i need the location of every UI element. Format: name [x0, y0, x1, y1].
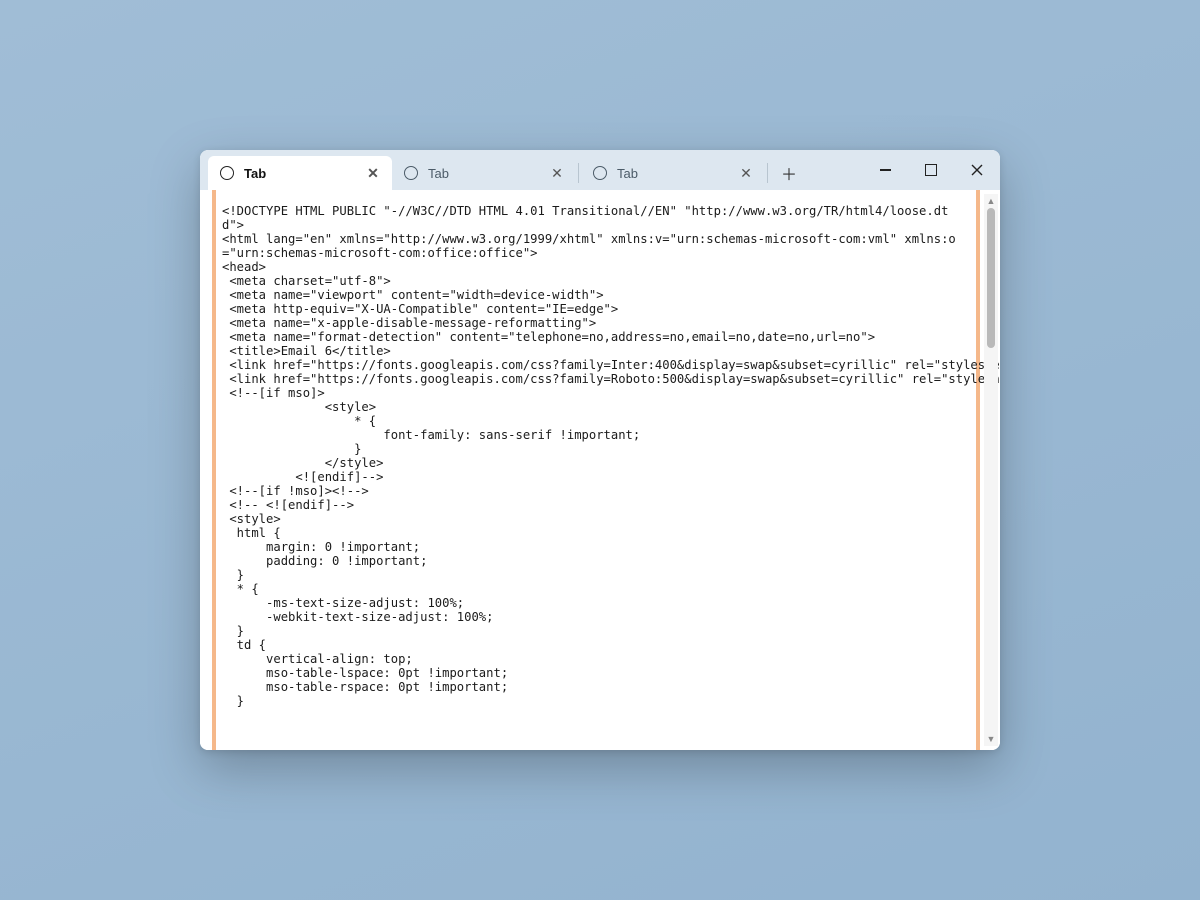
tab-close-button[interactable]: ✕	[364, 164, 382, 182]
code-line: }	[222, 624, 970, 638]
tab-favicon-icon	[404, 166, 418, 180]
tab-favicon-icon	[593, 166, 607, 180]
code-line: <meta name="format-detection" content="t…	[222, 330, 970, 344]
code-line: mso-table-rspace: 0pt !important;	[222, 680, 970, 694]
code-line: }	[222, 568, 970, 582]
code-line: <!--[if !mso]><!-->	[222, 484, 970, 498]
new-tab-button[interactable]: ＋	[774, 156, 804, 190]
code-line: </style>	[222, 456, 970, 470]
code-line: vertical-align: top;	[222, 652, 970, 666]
tab-title: Tab	[428, 166, 542, 181]
tab-title: Tab	[244, 166, 358, 181]
content-area: <!DOCTYPE HTML PUBLIC "-//W3C//DTD HTML …	[200, 190, 1000, 750]
code-line: -webkit-text-size-adjust: 100%;	[222, 610, 970, 624]
tab-1[interactable]: Tab ✕	[392, 156, 576, 190]
scroll-up-arrow-icon[interactable]: ▲	[987, 194, 996, 208]
tab-close-button[interactable]: ✕	[737, 164, 755, 182]
code-line: <meta http-equiv="X-UA-Compatible" conte…	[222, 302, 970, 316]
tab-0[interactable]: Tab ✕	[208, 156, 392, 190]
code-line: -ms-text-size-adjust: 100%;	[222, 596, 970, 610]
code-line: font-family: sans-serif !important;	[222, 428, 970, 442]
close-icon	[971, 164, 983, 176]
code-line: <!DOCTYPE HTML PUBLIC "-//W3C//DTD HTML …	[222, 204, 970, 232]
code-line: <meta charset="utf-8">	[222, 274, 970, 288]
tab-close-button[interactable]: ✕	[548, 164, 566, 182]
code-line: <html lang="en" xmlns="http://www.w3.org…	[222, 232, 970, 260]
code-line: <title>Email 6</title>	[222, 344, 970, 358]
gutter-right	[976, 190, 980, 750]
gutter-left	[212, 190, 216, 750]
code-line: <!-- <![endif]-->	[222, 498, 970, 512]
scroll-thumb[interactable]	[987, 208, 995, 348]
code-line: <!--[if mso]>	[222, 386, 970, 400]
browser-window: Tab ✕ Tab ✕ Tab ✕ ＋ <!DOCTYPE HTML PUBLI…	[200, 150, 1000, 750]
titlebar: Tab ✕ Tab ✕ Tab ✕ ＋	[200, 150, 1000, 190]
code-line: margin: 0 !important;	[222, 540, 970, 554]
tab-favicon-icon	[220, 166, 234, 180]
code-line: padding: 0 !important;	[222, 554, 970, 568]
scroll-down-arrow-icon[interactable]: ▼	[987, 732, 996, 746]
code-line: <link href="https://fonts.googleapis.com…	[222, 358, 970, 372]
code-line: * {	[222, 414, 970, 428]
tab-title: Tab	[617, 166, 731, 181]
code-line: mso-table-lspace: 0pt !important;	[222, 666, 970, 680]
code-line: <![endif]-->	[222, 470, 970, 484]
code-line: }	[222, 694, 970, 708]
window-controls	[862, 150, 1000, 190]
code-line: <meta name="x-apple-disable-message-refo…	[222, 316, 970, 330]
tab-separator	[578, 163, 579, 183]
minimize-button[interactable]	[862, 153, 908, 187]
window-close-button[interactable]	[954, 153, 1000, 187]
code-line: <meta name="viewport" content="width=dev…	[222, 288, 970, 302]
code-line: <link href="https://fonts.googleapis.com…	[222, 372, 970, 386]
vertical-scrollbar[interactable]: ▲ ▼	[984, 194, 998, 746]
code-view[interactable]: <!DOCTYPE HTML PUBLIC "-//W3C//DTD HTML …	[222, 204, 970, 708]
tab-2[interactable]: Tab ✕	[581, 156, 765, 190]
code-line: }	[222, 442, 970, 456]
code-line: * {	[222, 582, 970, 596]
code-line: td {	[222, 638, 970, 652]
code-line: html {	[222, 526, 970, 540]
maximize-button[interactable]	[908, 153, 954, 187]
tab-separator	[767, 163, 768, 183]
code-line: <style>	[222, 512, 970, 526]
code-line: <style>	[222, 400, 970, 414]
code-line: <head>	[222, 260, 970, 274]
